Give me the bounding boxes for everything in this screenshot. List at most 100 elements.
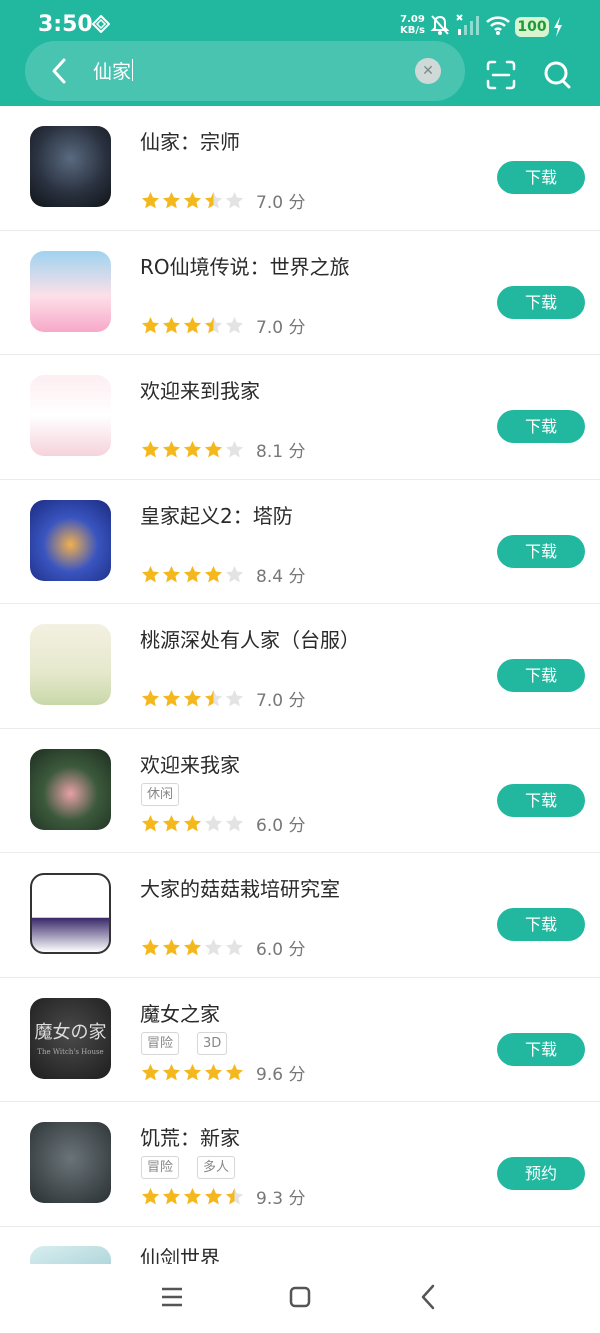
star-icon xyxy=(204,565,223,582)
star-icon xyxy=(183,565,202,582)
app-icon[interactable] xyxy=(30,126,111,207)
app-icon[interactable] xyxy=(30,748,111,830)
star-rating: 9.6 分 xyxy=(141,1060,305,1085)
back-arrow-icon[interactable] xyxy=(47,57,71,85)
app-title[interactable]: 皇家起义2：塔防 xyxy=(140,500,293,529)
app-title[interactable]: RO仙境传说：世界之旅 xyxy=(140,251,350,280)
battery-indicator: 100 xyxy=(515,17,549,37)
star-rating: 8.4 分 xyxy=(141,562,305,587)
result-row[interactable]: 饥荒：新家 冒险 多人 9.3 分 预约 xyxy=(0,1102,600,1227)
star-icon xyxy=(225,1187,244,1205)
result-row[interactable]: 欢迎来到我家 8.1 分 下载 xyxy=(0,355,600,480)
star-icon xyxy=(141,191,160,209)
app-tag: 3D xyxy=(197,1031,228,1055)
wifi-icon xyxy=(486,16,510,35)
star-rating: 7.0 分 xyxy=(141,686,305,711)
star-icon xyxy=(183,1187,202,1205)
star-icon xyxy=(141,1063,160,1080)
home-icon[interactable] xyxy=(289,1286,311,1308)
result-row[interactable]: RO仙境传说：世界之旅 7.0 分 下载 xyxy=(0,231,600,355)
star-icon xyxy=(162,1063,181,1080)
star-icon xyxy=(225,814,244,831)
star-icon xyxy=(225,191,244,209)
scan-icon[interactable] xyxy=(486,60,516,90)
star-icon xyxy=(183,1063,202,1080)
star-rating: 7.0 分 xyxy=(141,188,305,213)
app-icon[interactable]: 魔女の家 The Witch's House xyxy=(30,997,111,1079)
search-bar[interactable]: 仙家 ✕ xyxy=(25,41,465,101)
star-icon xyxy=(204,440,223,458)
app-icon[interactable] xyxy=(30,250,111,332)
clear-search-button[interactable]: ✕ xyxy=(415,58,441,84)
download-button[interactable]: 下载 xyxy=(497,285,585,319)
text-caret xyxy=(132,59,134,81)
search-icon[interactable] xyxy=(543,60,571,90)
tag-list: 冒险 3D xyxy=(141,1031,228,1055)
star-icon xyxy=(141,689,160,707)
menu-icon[interactable] xyxy=(161,1286,183,1308)
status-time: 3:50 xyxy=(38,12,93,37)
vpn-diamond-icon xyxy=(92,15,110,33)
rating-score: 8.1 分 xyxy=(256,442,306,462)
star-icon xyxy=(162,565,181,582)
back-icon[interactable] xyxy=(420,1284,436,1310)
search-query: 仙家 xyxy=(93,61,132,83)
status-bar: 3:50 7.09 KB/s 100 xyxy=(0,0,600,40)
star-icon xyxy=(162,191,181,209)
result-row[interactable]: 桃源深处有人家（台服） 7.0 分 下载 xyxy=(0,604,600,729)
star-rating: 6.0 分 xyxy=(141,935,305,960)
star-icon xyxy=(225,316,244,333)
app-tag: 冒险 xyxy=(141,1031,180,1055)
star-icon xyxy=(204,316,223,333)
app-title[interactable]: 欢迎来我家 xyxy=(140,749,240,778)
star-icon xyxy=(225,440,244,458)
app-icon[interactable] xyxy=(30,1122,111,1203)
download-button[interactable]: 下载 xyxy=(497,1032,585,1066)
star-icon xyxy=(225,938,244,956)
icon-title-text: 魔女の家 xyxy=(34,1021,107,1043)
partial-result-row[interactable]: 仙剑世界 xyxy=(0,1226,600,1264)
app-title[interactable]: 桃源深处有人家（台服） xyxy=(140,624,360,653)
app-tag: 冒险 xyxy=(141,1156,180,1179)
app-icon[interactable] xyxy=(30,499,111,581)
star-icon xyxy=(183,814,202,831)
star-icon xyxy=(162,689,181,707)
result-row[interactable]: 大家的菇菇栽培研究室 6.0 分 下载 xyxy=(0,853,600,978)
search-results-list: 仙家：宗师 7.0 分 下载 RO仙境传说：世界之旅 7.0 分 下载 欢迎来到… xyxy=(0,106,600,1227)
rating-score: 6.0 分 xyxy=(256,940,306,960)
download-button[interactable]: 下载 xyxy=(497,908,585,941)
star-icon xyxy=(204,1187,223,1205)
tag-list: 休闲 xyxy=(141,782,180,806)
download-button[interactable]: 下载 xyxy=(497,783,585,817)
app-title[interactable]: 欢迎来到我家 xyxy=(140,375,260,404)
app-icon[interactable] xyxy=(30,624,111,705)
rating-score: 7.0 分 xyxy=(256,193,306,213)
star-icon xyxy=(162,814,181,831)
download-button[interactable]: 下载 xyxy=(497,161,585,194)
result-row[interactable]: 魔女の家 The Witch's House 魔女之家 冒险 3D 9.6 分 下… xyxy=(0,978,600,1102)
app-title[interactable]: 仙家：宗师 xyxy=(140,126,240,155)
result-row[interactable]: 欢迎来我家 休闲 6.0 分 下载 xyxy=(0,729,600,853)
app-icon xyxy=(30,1246,111,1264)
search-input[interactable]: 仙家 xyxy=(93,57,393,84)
download-button[interactable]: 下载 xyxy=(497,534,585,568)
download-button[interactable]: 下载 xyxy=(497,659,585,692)
app-icon[interactable] xyxy=(30,375,111,456)
star-rating: 9.3 分 xyxy=(141,1184,305,1209)
app-icon[interactable] xyxy=(30,873,111,954)
mute-bell-icon xyxy=(430,15,450,35)
result-row[interactable]: 仙家：宗师 7.0 分 下载 xyxy=(0,106,600,231)
download-button[interactable]: 下载 xyxy=(497,410,585,443)
star-icon xyxy=(204,689,223,707)
app-title[interactable]: 大家的菇菇栽培研究室 xyxy=(140,873,340,902)
app-title[interactable]: 饥荒：新家 xyxy=(140,1122,240,1151)
result-row[interactable]: 皇家起义2：塔防 8.4 分 下载 xyxy=(0,480,600,604)
app-header: 3:50 7.09 KB/s 100 仙家 ✕ xyxy=(0,0,600,106)
app-title[interactable]: 魔女之家 xyxy=(140,998,220,1027)
star-icon xyxy=(141,814,160,831)
net-speed-value: 7.09 xyxy=(400,14,425,25)
star-icon xyxy=(162,440,181,458)
download-button[interactable]: 预约 xyxy=(497,1157,585,1190)
system-nav-bar xyxy=(0,1264,600,1333)
star-icon xyxy=(162,316,181,333)
